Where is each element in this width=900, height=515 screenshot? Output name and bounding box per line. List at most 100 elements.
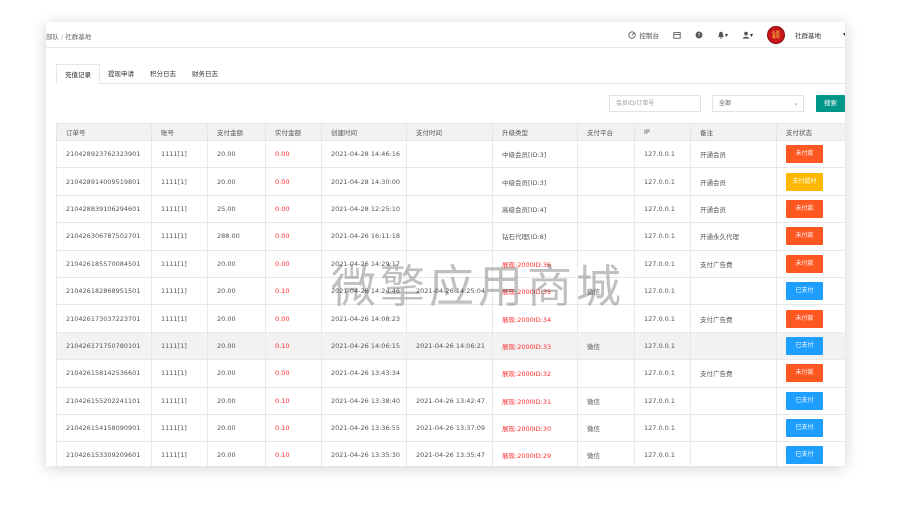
column-header: 支付平台 — [577, 123, 635, 141]
ip-address-cell: 127.0.0.1 — [634, 304, 691, 333]
app-window: 部队 / 社群基地 控制台 ? ▾ ▾ 社群基地 社群基地 ▾ 充值记录 提现申… — [46, 22, 845, 466]
table-row[interactable]: 210428923762323901 1111[1] 20.00 0.00 2021-0… — [56, 139, 845, 169]
table-row[interactable]: 210426173037223701 1111[1] 20.00 0.00 2021-0… — [56, 304, 845, 333]
status-button[interactable]: 已支付 — [786, 336, 823, 355]
status-button[interactable]: 未付款 — [786, 145, 823, 164]
account-cell: 1111[1] — [151, 386, 208, 415]
remark-cell: 支付广告费 — [690, 304, 777, 333]
pay-platform-cell — [577, 359, 635, 388]
actual-amount-cell: 0.10 — [265, 386, 322, 415]
paid-time-cell — [406, 139, 493, 169]
status-button[interactable]: 已支付 — [786, 391, 823, 410]
search-button[interactable]: 搜索 — [816, 95, 845, 112]
status-button[interactable]: 已支付 — [786, 446, 823, 465]
remark-cell: 支付广告费 — [690, 249, 777, 278]
table-row[interactable]: 210426153309209601 1111[1] 20.00 0.10 2021-0… — [56, 441, 845, 466]
order-number-cell: 210426173037223701 — [56, 304, 152, 333]
created-time-cell: 2021-04-26 13:35:30 — [321, 441, 407, 466]
actual-amount-cell: 0.00 — [265, 167, 322, 196]
status-button[interactable]: 未付款 — [786, 364, 823, 383]
created-time-cell: 2021-04-28 12:25:10 — [321, 194, 407, 224]
cache-button[interactable] — [673, 31, 681, 39]
ip-address-cell: 127.0.0.1 — [634, 276, 691, 306]
account-cell: 1111[1] — [151, 249, 208, 278]
orders-table: 订单号 账号 支付金额 实付金额 创建时间 支付时间 升级类型 支付平台 IP 备注 支付状态 21… — [56, 123, 845, 466]
table-row[interactable]: 210426154158090901 1111[1] 20.00 0.10 2021-0… — [56, 413, 845, 443]
pay-platform-cell — [577, 304, 635, 333]
account-cell: 1111[1] — [151, 359, 208, 388]
tab-points-log[interactable]: 积分日志 — [142, 64, 184, 84]
status-button[interactable]: 未付款 — [786, 309, 823, 328]
account-cell: 1111[1] — [151, 276, 208, 306]
order-number-cell: 210426154158090901 — [56, 413, 152, 443]
column-header: 支付状态 — [776, 123, 845, 141]
paid-time-cell — [406, 249, 493, 278]
avatar-text: 社群基地 — [772, 29, 780, 39]
ip-address-cell: 127.0.0.1 — [634, 139, 691, 169]
status-cell: 支付超时 — [776, 167, 845, 196]
upgrade-type-cell: 展现:2000ID:30 — [492, 413, 578, 443]
tab-recharge-records[interactable]: 充值记录 — [56, 64, 100, 84]
breadcrumb-prefix[interactable]: 部队 — [46, 33, 59, 41]
user-icon — [742, 31, 750, 39]
status-cell: 未付款 — [776, 249, 845, 278]
status-button[interactable]: 未付款 — [786, 227, 823, 246]
account-cell: 1111[1] — [151, 441, 208, 466]
remark-cell: 开通永久代理 — [690, 222, 777, 251]
chevron-down-icon[interactable]: ▾ — [843, 31, 845, 38]
status-select-value: 全部 — [719, 100, 732, 107]
order-number-cell: 210426155202241101 — [56, 386, 152, 415]
dashboard-icon — [628, 31, 637, 39]
status-button[interactable]: 支付超时 — [786, 172, 823, 191]
tab-withdraw-requests[interactable]: 提现申请 — [100, 64, 142, 84]
console-link[interactable]: 控制台 — [628, 30, 659, 40]
upgrade-type-cell: 展现:2000ID:34 — [492, 304, 578, 333]
pay-platform-cell — [577, 139, 635, 169]
status-select[interactable]: 全部 ⌄ — [712, 95, 804, 112]
column-header: 实付金额 — [265, 123, 322, 141]
actual-amount-cell: 0.10 — [265, 441, 322, 466]
status-button[interactable]: 未付款 — [786, 254, 823, 273]
pay-platform-cell: 微信 — [577, 441, 635, 466]
table-row[interactable]: 210426155202241101 1111[1] 20.00 0.10 2021-0… — [56, 386, 845, 415]
table-row[interactable]: 210426158142536601 1111[1] 20.00 0.00 2021-0… — [56, 359, 845, 388]
avatar[interactable]: 社群基地 — [767, 26, 785, 44]
status-cell: 已支付 — [776, 276, 845, 306]
status-button[interactable]: 未付款 — [786, 199, 823, 218]
ip-address-cell: 127.0.0.1 — [634, 386, 691, 415]
table-row[interactable]: 210426171750780101 1111[1] 20.00 0.10 2021-0… — [56, 331, 845, 361]
remark-cell — [690, 276, 777, 306]
status-button[interactable]: 已支付 — [786, 419, 823, 438]
top-bar: 部队 / 社群基地 控制台 ? ▾ ▾ 社群基地 社群基地 ▾ — [46, 22, 845, 48]
ip-address-cell: 127.0.0.1 — [634, 249, 691, 278]
ip-address-cell: 127.0.0.1 — [634, 441, 691, 466]
account-cell: 1111[1] — [151, 413, 208, 443]
table-row[interactable]: 210426185570084501 1111[1] 20.00 0.00 2021-0… — [56, 249, 845, 278]
paid-time-cell — [406, 304, 493, 333]
table-row[interactable]: 210428839106294601 1111[1] 25.00 0.00 2021-0… — [56, 194, 845, 224]
remark-cell — [690, 331, 777, 361]
help-button[interactable]: ? — [695, 31, 703, 39]
status-cell: 已支付 — [776, 331, 845, 361]
remark-cell — [690, 386, 777, 415]
column-header: 创建时间 — [321, 123, 407, 141]
column-header: 订单号 — [56, 123, 152, 141]
status-cell: 未付款 — [776, 359, 845, 388]
actual-amount-cell: 0.00 — [265, 359, 322, 388]
table-row[interactable]: 210428914009519801 1111[1] 20.00 0.00 2021-0… — [56, 167, 845, 196]
upgrade-type-cell: 中级会员[ID:3] — [492, 167, 578, 196]
ip-address-cell: 127.0.0.1 — [634, 413, 691, 443]
breadcrumb-separator: / — [61, 33, 64, 41]
notification-dropdown[interactable]: ▾ — [717, 31, 728, 39]
pay-platform-cell: 微信 — [577, 413, 635, 443]
search-input[interactable]: 会员ID/订单号 — [609, 95, 701, 112]
tab-finance-log[interactable]: 财务日志 — [184, 64, 226, 84]
table-row[interactable]: 210426306787502701 1111[1] 288.00 0.00 2021-… — [56, 222, 845, 251]
paid-time-cell: 2021-04-26 14:25:04 — [406, 276, 493, 306]
order-number-cell: 210426171750780101 — [56, 331, 152, 361]
table-row[interactable]: 210426182868951501 1111[1] 20.00 0.10 2021-0… — [56, 276, 845, 306]
status-button[interactable]: 已支付 — [786, 282, 823, 301]
paid-time-cell — [406, 359, 493, 388]
user-dropdown[interactable]: ▾ — [742, 31, 753, 39]
username[interactable]: 社群基地 — [795, 30, 821, 40]
